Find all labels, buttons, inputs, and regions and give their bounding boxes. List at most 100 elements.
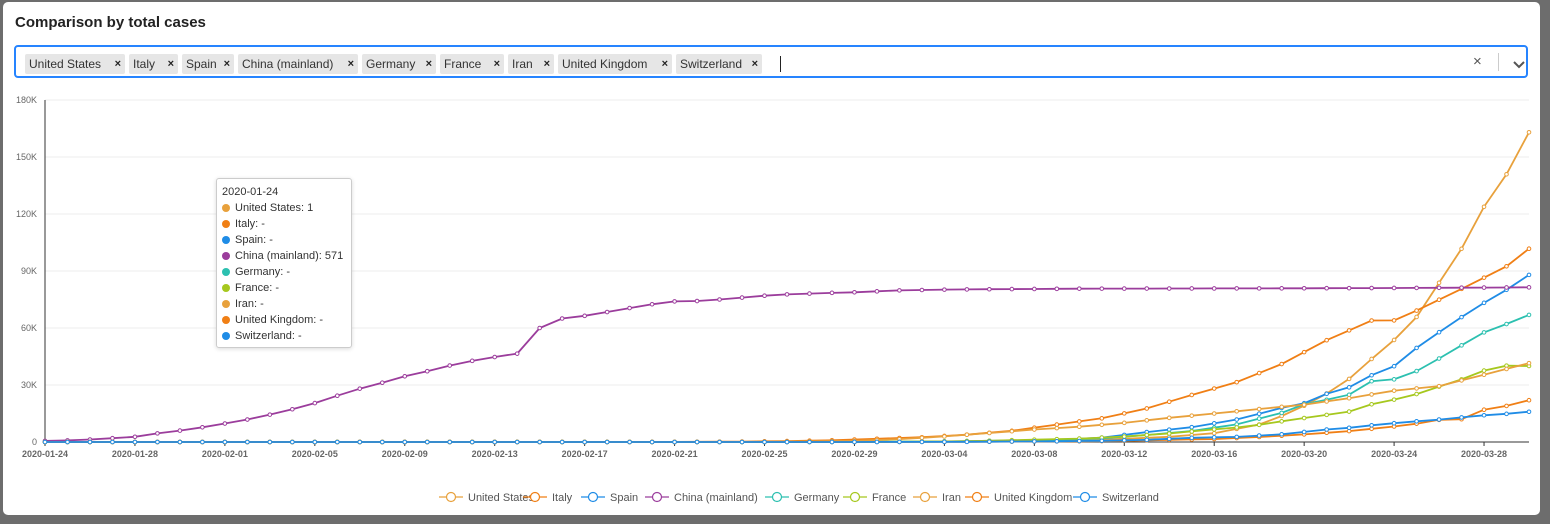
y-tick-label: 30K [21, 380, 37, 390]
y-tick-label: 120K [16, 209, 37, 219]
data-point [1391, 420, 1397, 426]
data-point [245, 417, 250, 422]
data-point [1459, 415, 1464, 420]
data-point [335, 439, 340, 445]
legend-swatch-marker [971, 491, 983, 503]
data-point [1346, 385, 1352, 390]
data-point [1054, 286, 1060, 292]
data-point [1346, 409, 1352, 414]
data-point [1504, 285, 1509, 290]
data-point [1256, 406, 1262, 412]
data-point [1504, 366, 1509, 372]
data-point [807, 291, 812, 296]
data-point [1234, 417, 1239, 422]
data-point [379, 439, 385, 445]
data-point [559, 316, 565, 321]
series-color-dot [222, 268, 230, 276]
data-point [1121, 420, 1127, 426]
data-point [784, 439, 790, 445]
data-point [1481, 275, 1487, 280]
data-point [1211, 386, 1217, 391]
y-tick-label: 0 [32, 437, 37, 447]
data-point [1256, 286, 1262, 291]
data-point [155, 439, 160, 445]
data-point [1391, 363, 1397, 369]
data-point [1369, 285, 1374, 291]
data-point [1391, 337, 1397, 343]
data-point [1414, 386, 1419, 391]
data-point [1324, 337, 1329, 343]
x-tick-label: 2020-01-28 [112, 449, 158, 459]
data-point [1459, 314, 1464, 320]
tooltip-date: 2020-01-24 [222, 186, 279, 198]
data-point [1324, 412, 1329, 418]
data-point [649, 301, 655, 307]
data-point [537, 325, 542, 331]
series-color-dot [222, 300, 230, 308]
data-point [132, 439, 138, 445]
series-line [45, 399, 1530, 443]
data-point [1301, 402, 1307, 407]
tooltip-row-text: United States: 1 [235, 202, 314, 214]
data-point [1144, 437, 1150, 443]
x-tick-label: 2020-03-24 [1371, 449, 1417, 459]
data-point [1279, 431, 1284, 437]
data-point [1077, 424, 1082, 430]
data-point [964, 432, 970, 438]
data-point [1526, 130, 1532, 135]
tooltip-row: China (mainland): 571 [222, 248, 351, 264]
data-point [987, 439, 992, 444]
data-point [739, 295, 745, 300]
data-point [1009, 428, 1015, 434]
data-point [1279, 404, 1284, 410]
data-point [1077, 286, 1082, 291]
data-point [1009, 439, 1015, 444]
data-point [290, 439, 295, 445]
data-point [1189, 424, 1195, 430]
data-point [919, 435, 925, 441]
data-point [1256, 370, 1262, 376]
data-point [1481, 412, 1487, 418]
data-point [627, 305, 632, 311]
data-point [1077, 419, 1082, 424]
x-tick-label: 2020-02-17 [562, 449, 608, 459]
data-point [1121, 437, 1127, 443]
data-point [245, 439, 250, 445]
data-point [514, 439, 520, 445]
tooltip-row-text: Iran: - [235, 298, 264, 310]
data-point [1391, 285, 1397, 291]
data-point [1324, 427, 1329, 432]
tooltip-row: Iran: - [222, 296, 351, 312]
data-point [1346, 285, 1352, 291]
data-point [402, 439, 408, 445]
data-point [469, 358, 475, 364]
x-tick-label: 2020-02-01 [202, 449, 248, 459]
data-point [1032, 439, 1037, 444]
data-point [1166, 399, 1172, 405]
data-point [200, 425, 205, 430]
data-point [717, 297, 722, 302]
data-point [1166, 286, 1172, 291]
data-point [1279, 410, 1284, 416]
data-point [1436, 297, 1442, 303]
data-point [110, 435, 115, 441]
legend-swatch-marker [1079, 491, 1091, 503]
data-point [897, 439, 902, 445]
legend-swatch-marker [529, 491, 541, 503]
data-point [1459, 378, 1464, 383]
tooltip-row-text: United Kingdom: - [235, 314, 324, 326]
legend-label: United States [468, 492, 535, 504]
data-point [357, 386, 363, 391]
data-point [1054, 425, 1060, 431]
data-point [290, 406, 295, 412]
legend-label: China (mainland) [674, 492, 758, 504]
data-point [42, 439, 48, 445]
chart-tooltip: 2020-01-24 United States: 1 Italy: - Spain… [216, 178, 352, 348]
data-point [1481, 300, 1487, 306]
data-point [1436, 329, 1442, 335]
data-point [897, 288, 902, 293]
data-point [335, 393, 340, 399]
series-color-dot [222, 316, 230, 324]
data-point [1211, 421, 1217, 426]
data-point [1346, 395, 1352, 401]
